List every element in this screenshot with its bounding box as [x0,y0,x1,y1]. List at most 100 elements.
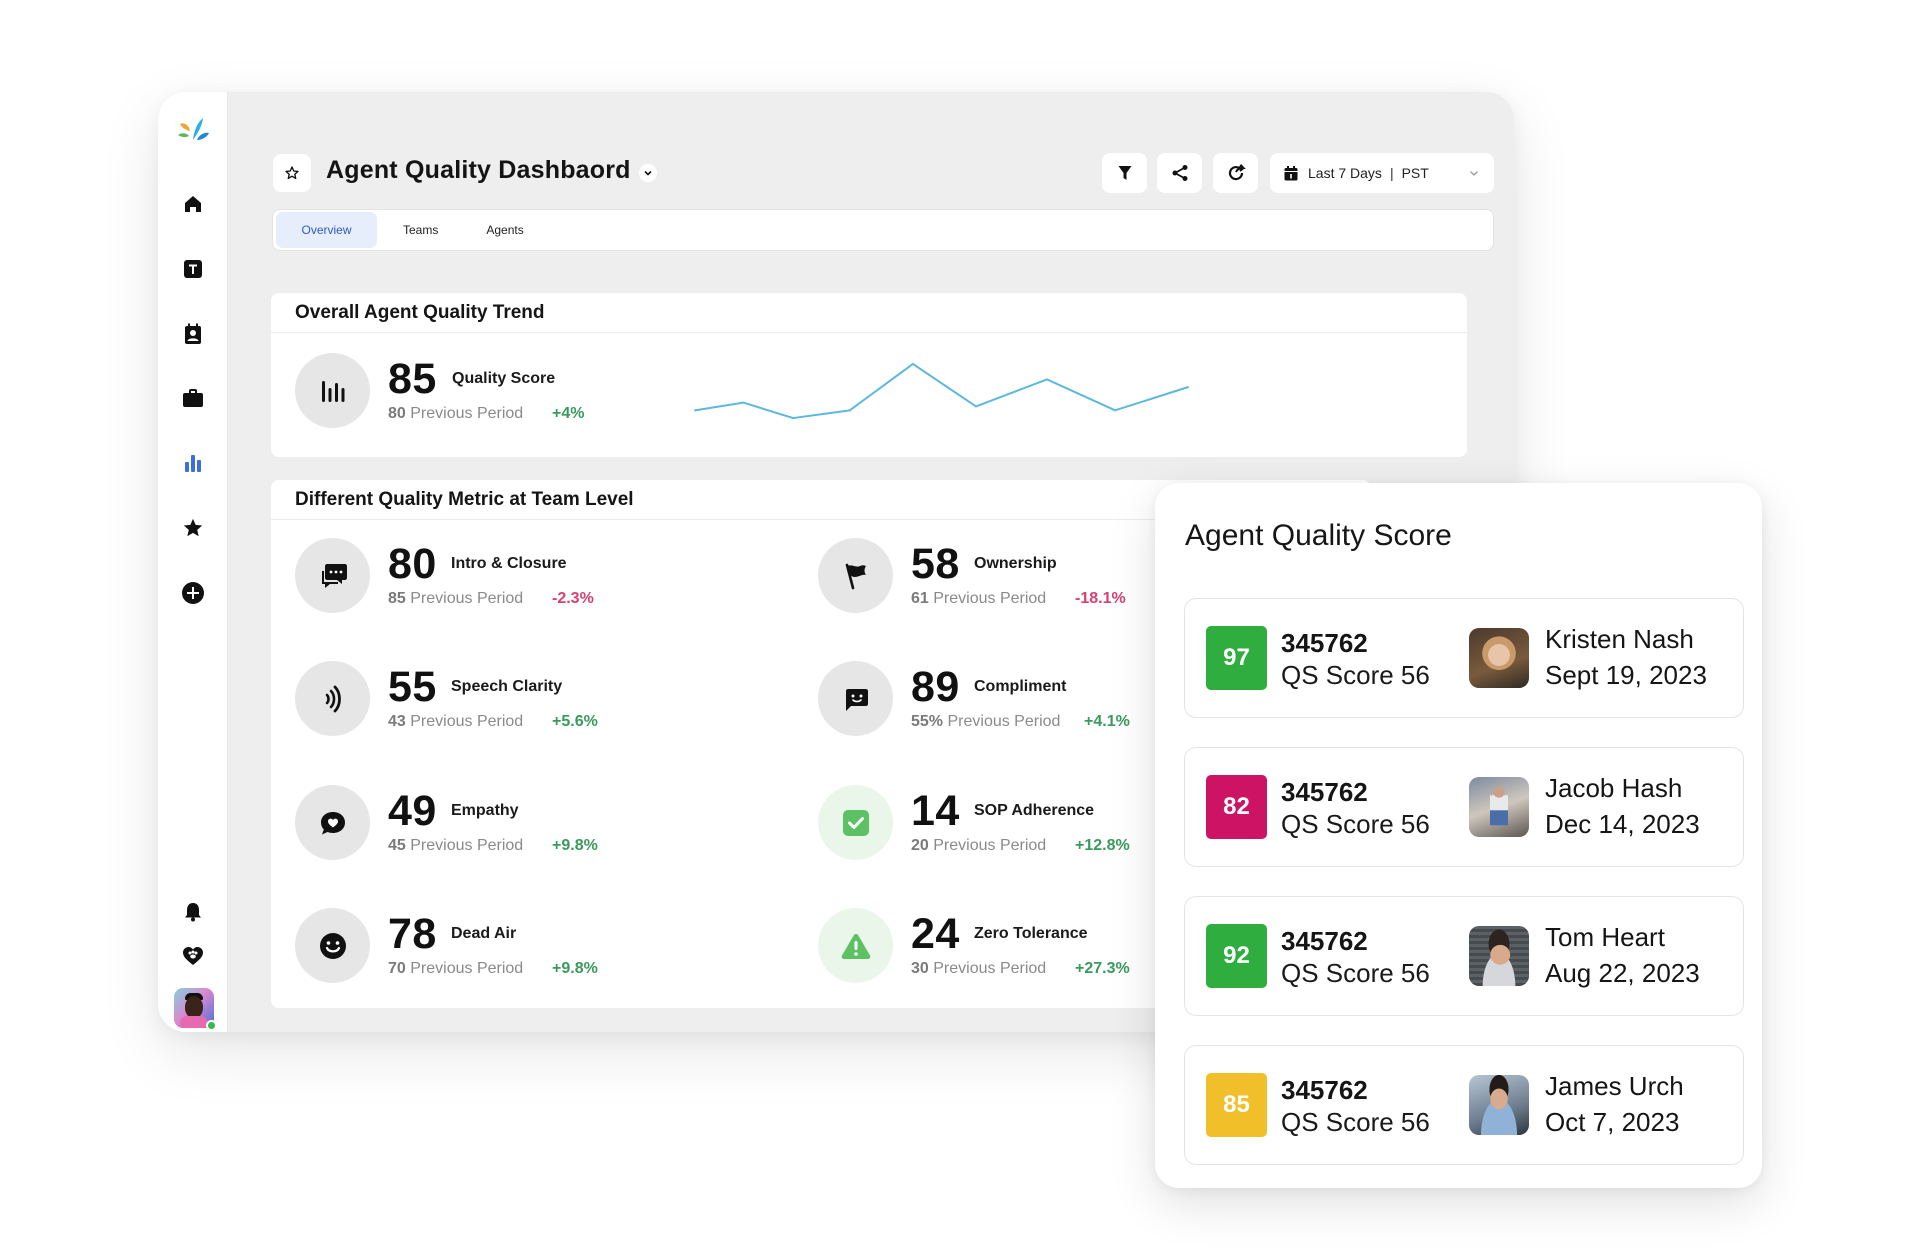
text-t-icon [183,260,202,278]
agent-qs-score: QS Score 56 [1281,1107,1430,1137]
metric-value: 80 [388,540,437,588]
refresh-icon [1228,164,1246,181]
metric-icon-circle [295,785,370,860]
agent-row-jacob-hash[interactable]: 82 345762 QS Score 56 Jacob Hash Dec 14, 202… [1184,747,1744,867]
refresh-button[interactable] [1213,153,1258,193]
trend-point[interactable] [908,359,918,369]
metric-icon-circle [818,538,893,613]
sidebar-item-favorites[interactable] [179,514,207,542]
dashboard-tabs: Overview Teams Agents [272,209,1494,251]
dashboard-switcher-dropdown[interactable] [639,164,657,182]
metric-previous-value: 20 [911,837,929,854]
trend-line-segment [792,409,851,420]
tab-overview[interactable]: Overview [276,212,377,248]
sidebar-item-contacts[interactable] [179,320,207,348]
home-icon [184,196,201,212]
metric-label: SOP Adherence [974,802,1095,819]
metric-value: 89 [911,663,960,711]
agent-date: Sept 19, 2023 [1545,660,1707,690]
metric-value: 24 [911,910,960,958]
star-outline-icon [285,166,299,180]
metric-previous-label: Previous Period [933,837,1047,854]
metric-icon-circle [295,538,370,613]
trend-point[interactable] [690,405,700,415]
star-icon [183,518,202,537]
sidebar-item-community[interactable] [179,942,207,970]
check-square-icon [841,808,871,838]
sidebar-item-home[interactable] [179,190,207,218]
agent-id: 345762 [1281,777,1368,807]
share-button[interactable] [1157,153,1202,193]
metric-previous-period: 43 Previous Period [388,713,523,731]
trend-point[interactable] [738,398,748,408]
metric-delta: +9.8% [552,960,598,977]
metric-previous-value: 45 [388,837,406,854]
metric-icon-circle [295,908,370,983]
flag-icon [842,562,870,590]
metric-label: Compliment [974,678,1067,695]
agent-quality-title: Agent Quality Score [1185,519,1452,552]
sidebar-item-text[interactable] [179,255,207,283]
agent-row-tom-heart[interactable]: 92 345762 QS Score 56 Tom Heart Aug 22, 2023 [1184,896,1744,1016]
quality-trend-card: Overall Agent Quality Trend 85 Quality S… [271,293,1467,457]
agent-name: Kristen Nash [1545,624,1694,654]
sidebar-item-add[interactable] [179,579,207,607]
metric-previous-value: 43 [388,713,406,730]
metric-value: 58 [911,540,960,588]
smile-message-icon [842,685,870,713]
sidebar-item-notifications[interactable] [179,898,207,926]
bell-icon [184,903,201,922]
metric-previous-value: 55% [911,713,944,730]
metric-value: 14 [911,787,960,835]
trend-point[interactable] [845,405,855,415]
page-title: Agent Quality Dashbaord [326,156,631,184]
metric-label: Speech Clarity [451,678,563,695]
favorite-dashboard-button[interactable] [273,154,311,192]
tab-agents[interactable]: Agents [462,212,547,248]
warning-triangle-icon [840,932,872,960]
metric-value: 55 [388,663,437,711]
trend-point[interactable] [971,401,981,411]
agent-row-james-urch[interactable]: 85 345762 QS Score 56 James Urch Oct 7, 2023 [1184,1045,1744,1165]
metric-icon-circle [818,785,893,860]
metric-icon-circle [295,661,370,736]
filter-button[interactable] [1102,153,1147,193]
sidebar-item-analytics[interactable] [179,449,207,477]
metric-previous-label: Previous Period [933,590,1047,607]
heart-message-icon [319,809,347,837]
metric-icon-circle [818,661,893,736]
trend-line-segment [975,378,1049,408]
agent-id: 345762 [1281,628,1368,658]
trend-point[interactable] [1042,374,1052,384]
metric-label: Zero Tolerance [974,925,1088,942]
trend-point[interactable] [1110,405,1120,415]
sidebar-item-cases[interactable] [179,384,207,412]
plus-circle-icon [181,582,204,604]
agent-id: 345762 [1281,1075,1368,1105]
user-avatar[interactable] [174,988,217,1031]
heart-paw-icon [182,947,203,965]
agent-photo [1469,1075,1529,1135]
metric-delta: +4.1% [1084,713,1130,730]
trend-line-segment [742,401,795,420]
date-range-picker[interactable]: Last 7 Days | PST [1270,153,1494,193]
agent-photo [1469,926,1529,986]
metric-previous-value: 61 [911,590,929,607]
metric-previous-period: 45 Previous Period [388,837,523,855]
agent-qs-score: QS Score 56 [1281,809,1430,839]
sound-waves-icon [320,684,346,714]
tab-teams[interactable]: Teams [379,212,462,248]
chevron-down-icon [644,170,652,176]
trend-point[interactable] [1183,382,1193,392]
agent-row-kristen-nash[interactable]: 97 345762 QS Score 56 Kristen Nash Sept 19, … [1184,598,1744,718]
brand-logo-icon[interactable] [176,116,212,146]
trend-line-segment [1114,386,1189,412]
online-status-indicator [206,1020,217,1031]
metric-delta: +12.8% [1075,837,1130,854]
smiley-face-icon [318,931,348,961]
share-icon [1172,165,1187,181]
trend-point[interactable] [788,413,798,423]
trend-line-segment [1046,378,1117,412]
metric-delta: +27.3% [1075,960,1130,977]
metric-previous-value: 70 [388,960,406,977]
